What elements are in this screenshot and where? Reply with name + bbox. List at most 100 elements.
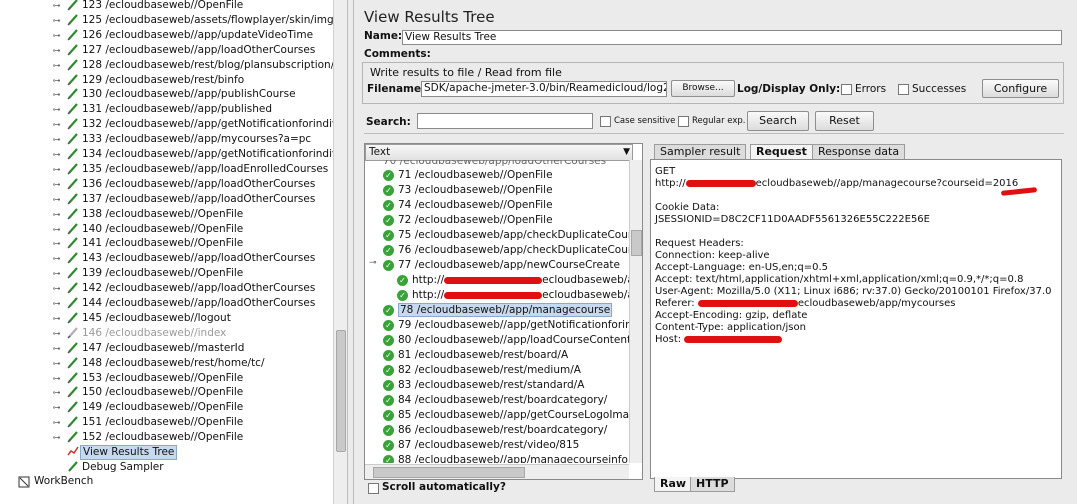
search-input[interactable] bbox=[417, 113, 593, 129]
expand-toggle-icon[interactable]: ⊶ bbox=[52, 341, 61, 356]
http-sampler-icon bbox=[67, 251, 79, 266]
expand-toggle-icon[interactable]: ⊶ bbox=[52, 43, 61, 58]
expand-toggle-icon[interactable]: ⊶ bbox=[52, 73, 61, 88]
tab-sampler-result[interactable]: Sampler result bbox=[654, 144, 747, 159]
expand-toggle-icon[interactable]: ⊶ bbox=[52, 222, 61, 237]
expand-toggle-icon[interactable]: ⊶ bbox=[52, 371, 61, 386]
split-divider[interactable] bbox=[364, 133, 1064, 134]
regex-checkbox[interactable] bbox=[678, 116, 689, 127]
results-list[interactable]: Text ▼ 70 /ecloudbaseweb/app/loadOtherCo… bbox=[364, 143, 643, 480]
expand-toggle-icon[interactable]: ⊶ bbox=[52, 28, 61, 43]
result-item[interactable]: ✓ 84 /ecloudbaseweb/rest/boardcategory/ bbox=[383, 393, 607, 408]
expand-toggle-icon[interactable]: ⊶ bbox=[52, 266, 61, 281]
result-item[interactable]: ✓ http:// ecloudbaseweb/a bbox=[397, 288, 629, 303]
case-sensitive-checkbox[interactable] bbox=[600, 116, 611, 127]
expand-toggle-icon[interactable]: ⊶ bbox=[52, 117, 61, 132]
success-check-icon: ✓ bbox=[383, 319, 394, 331]
result-item[interactable]: ✓ 74 /ecloudbaseweb//OpenFile bbox=[383, 198, 553, 213]
result-item[interactable]: ✓ 81 /ecloudbaseweb/rest/board/A bbox=[383, 348, 568, 363]
results-vscroll-thumb[interactable] bbox=[631, 230, 642, 256]
tree-item-label: 131 /ecloudbaseweb//app/published bbox=[82, 103, 272, 116]
result-item[interactable]: ✓ 73 /ecloudbaseweb//OpenFile bbox=[383, 183, 553, 198]
expand-toggle-icon[interactable]: ⊶ bbox=[52, 58, 61, 73]
workbench-icon bbox=[18, 476, 30, 493]
expand-toggle-icon[interactable]: ⊶ bbox=[52, 326, 61, 341]
http-sampler-icon bbox=[67, 415, 79, 430]
expand-toggle-icon[interactable]: ⊶ bbox=[52, 415, 61, 430]
renderer-select[interactable]: Text ▼ bbox=[365, 144, 633, 161]
filename-input[interactable]: SDK/apache-jmeter-3.0/bin/Reamedicloud/l… bbox=[421, 81, 667, 97]
results-hscroll-thumb[interactable] bbox=[373, 467, 525, 478]
result-item-label: 76 /ecloudbaseweb/app/checkDuplicateCour… bbox=[398, 244, 629, 256]
expand-toggle-icon[interactable]: ⊶ bbox=[52, 430, 61, 445]
expand-toggle-icon[interactable]: ⊶ bbox=[52, 311, 61, 326]
tree-item-label: 150 /ecloudbaseweb//OpenFile bbox=[82, 386, 244, 399]
expand-toggle-icon[interactable]: ⊶ bbox=[52, 400, 61, 415]
expand-toggle-icon[interactable]: ⊶ bbox=[52, 356, 61, 371]
result-item[interactable]: ✓ 71 /ecloudbaseweb//OpenFile bbox=[383, 168, 553, 183]
expand-toggle-icon[interactable]: ⊶ bbox=[52, 177, 61, 192]
tree-item-label: 126 /ecloudbaseweb//app/updateVideoTime bbox=[82, 28, 314, 41]
tab-request[interactable]: Request bbox=[750, 144, 813, 159]
result-item[interactable]: ✓ http:// ecloudbaseweb/a bbox=[397, 273, 629, 288]
tree-scroll-thumb[interactable] bbox=[336, 330, 346, 452]
expand-toggle-icon[interactable]: ⊶ bbox=[52, 0, 61, 13]
expand-toggle-icon[interactable]: ⊸ bbox=[369, 258, 377, 268]
search-button[interactable]: Search bbox=[747, 111, 809, 131]
result-item[interactable]: ✓ 88 /ecloudbaseweb//app/managecourseinfo bbox=[383, 453, 628, 463]
results-hscroll[interactable] bbox=[365, 464, 629, 479]
expand-toggle-icon[interactable]: ⊶ bbox=[52, 385, 61, 400]
scroll-auto-checkbox[interactable] bbox=[368, 483, 379, 494]
result-item[interactable]: ✓ 77 /ecloudbaseweb/app/newCourseCreate bbox=[383, 258, 620, 273]
tree-item-label: 138 /ecloudbaseweb//OpenFile bbox=[82, 207, 244, 220]
result-item[interactable]: ✓ 87 /ecloudbaseweb/rest/video/815 bbox=[383, 438, 579, 453]
header-accept-encoding: Accept-Encoding: gzip, deflate bbox=[655, 310, 808, 321]
test-plan-tree[interactable]: ⊶ 123 /ecloudbaseweb//OpenFile ⊶ 125 /eclou… bbox=[0, 0, 348, 504]
expand-toggle-icon[interactable]: ⊶ bbox=[52, 236, 61, 251]
result-item[interactable]: ✓ 78 /ecloudbaseweb//app/managecourse bbox=[383, 303, 613, 318]
expand-toggle-icon[interactable]: ⊶ bbox=[52, 102, 61, 117]
result-item[interactable]: ✓ 86 /ecloudbaseweb/rest/boardcategory/ bbox=[383, 423, 607, 438]
success-check-icon: ✓ bbox=[383, 394, 394, 406]
result-item[interactable]: ✓ 75 /ecloudbaseweb/app/checkDuplicateCou… bbox=[383, 228, 629, 243]
tree-scrollbar[interactable] bbox=[333, 0, 347, 504]
results-vscroll[interactable] bbox=[629, 160, 642, 463]
expand-toggle-icon[interactable]: ⊶ bbox=[52, 162, 61, 177]
success-check-icon: ✓ bbox=[383, 364, 394, 376]
tab-raw[interactable]: Raw bbox=[654, 477, 693, 492]
tab-response-data[interactable]: Response data bbox=[812, 144, 906, 159]
expand-toggle-icon[interactable]: ⊶ bbox=[52, 281, 61, 296]
expand-toggle-icon[interactable]: ⊶ bbox=[52, 132, 61, 147]
result-item[interactable]: ✓ 83 /ecloudbaseweb/rest/standard/A bbox=[383, 378, 584, 393]
reset-button[interactable]: Reset bbox=[815, 111, 874, 131]
http-sampler-icon bbox=[67, 162, 79, 177]
tree-item-label: 151 /ecloudbaseweb//OpenFile bbox=[82, 416, 244, 429]
request-text-area[interactable]: GET http:// ecloudbaseweb//app/managecour… bbox=[650, 159, 1062, 479]
expand-toggle-icon[interactable]: ⊶ bbox=[52, 251, 61, 266]
result-item-suffix: ecloudbaseweb/a bbox=[542, 289, 629, 301]
expand-toggle-icon[interactable]: ⊶ bbox=[52, 296, 61, 311]
redaction-mark bbox=[697, 299, 798, 307]
name-input[interactable]: View Results Tree bbox=[402, 30, 1062, 45]
result-item[interactable]: ✓ 80 /ecloudbaseweb//app/loadCourseConten… bbox=[383, 333, 629, 348]
errors-checkbox[interactable] bbox=[841, 84, 852, 95]
expand-toggle-icon[interactable]: ⊶ bbox=[52, 13, 61, 28]
result-item[interactable]: ✓ 76 /ecloudbaseweb/app/checkDuplicateCou… bbox=[383, 243, 629, 258]
result-item-label: 74 /ecloudbaseweb//OpenFile bbox=[398, 199, 553, 211]
regex-label: Regular exp. bbox=[692, 116, 746, 126]
tree-item-label: 132 /ecloudbaseweb//app/getNotificationf… bbox=[82, 118, 348, 131]
expand-toggle-icon[interactable]: ⊶ bbox=[52, 147, 61, 162]
result-item[interactable]: ✓ 85 /ecloudbaseweb//app/getCourseLogoIma… bbox=[383, 408, 629, 423]
result-item[interactable]: ✓ 82 /ecloudbaseweb/rest/medium/A bbox=[383, 363, 581, 378]
success-check-icon: ✓ bbox=[383, 379, 394, 391]
tab-http[interactable]: HTTP bbox=[690, 477, 735, 492]
expand-toggle-icon[interactable]: ⊶ bbox=[52, 207, 61, 222]
result-item-label: 86 /ecloudbaseweb/rest/boardcategory/ bbox=[398, 424, 608, 436]
result-item[interactable]: ✓ 79 /ecloudbaseweb//app/getNotificationf… bbox=[383, 318, 629, 333]
expand-toggle-icon[interactable]: ⊶ bbox=[52, 87, 61, 102]
result-item[interactable]: ✓ 72 /ecloudbaseweb//OpenFile bbox=[383, 213, 553, 228]
expand-toggle-icon[interactable]: ⊶ bbox=[52, 192, 61, 207]
configure-button[interactable]: Configure bbox=[982, 79, 1059, 98]
browse-button[interactable]: Browse... bbox=[671, 80, 735, 97]
successes-checkbox[interactable] bbox=[898, 84, 909, 95]
